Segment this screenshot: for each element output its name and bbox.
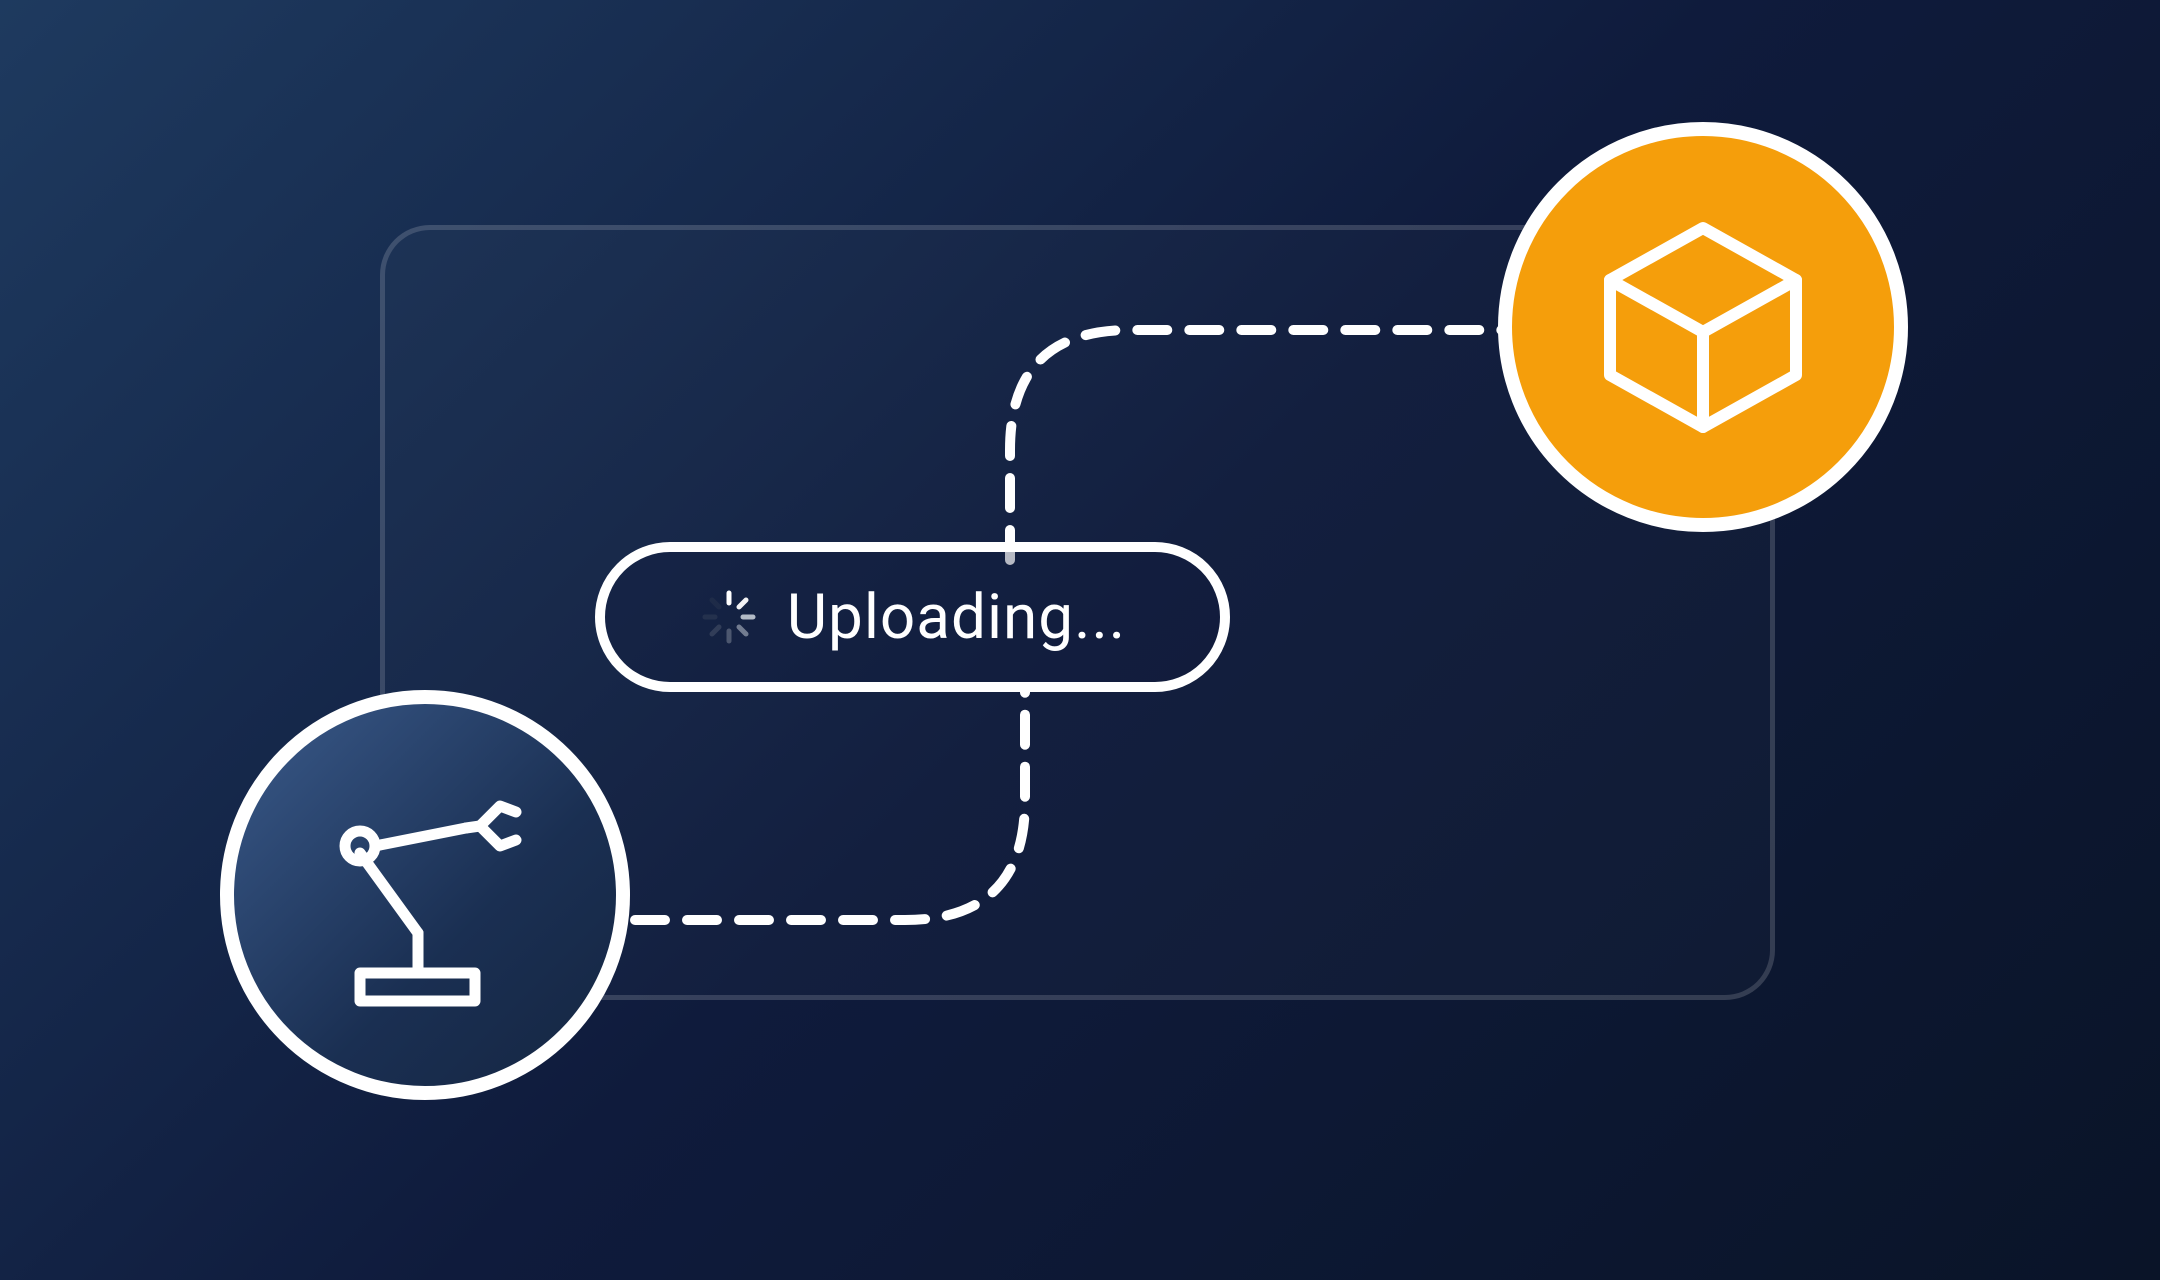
robot-arm-icon: [298, 768, 553, 1023]
source-node: [220, 690, 630, 1100]
destination-node: [1498, 122, 1908, 532]
status-text: Uploading...: [787, 581, 1126, 654]
package-box-icon: [1586, 210, 1821, 445]
spinner-icon: [699, 587, 759, 647]
status-pill: Uploading...: [595, 542, 1230, 692]
